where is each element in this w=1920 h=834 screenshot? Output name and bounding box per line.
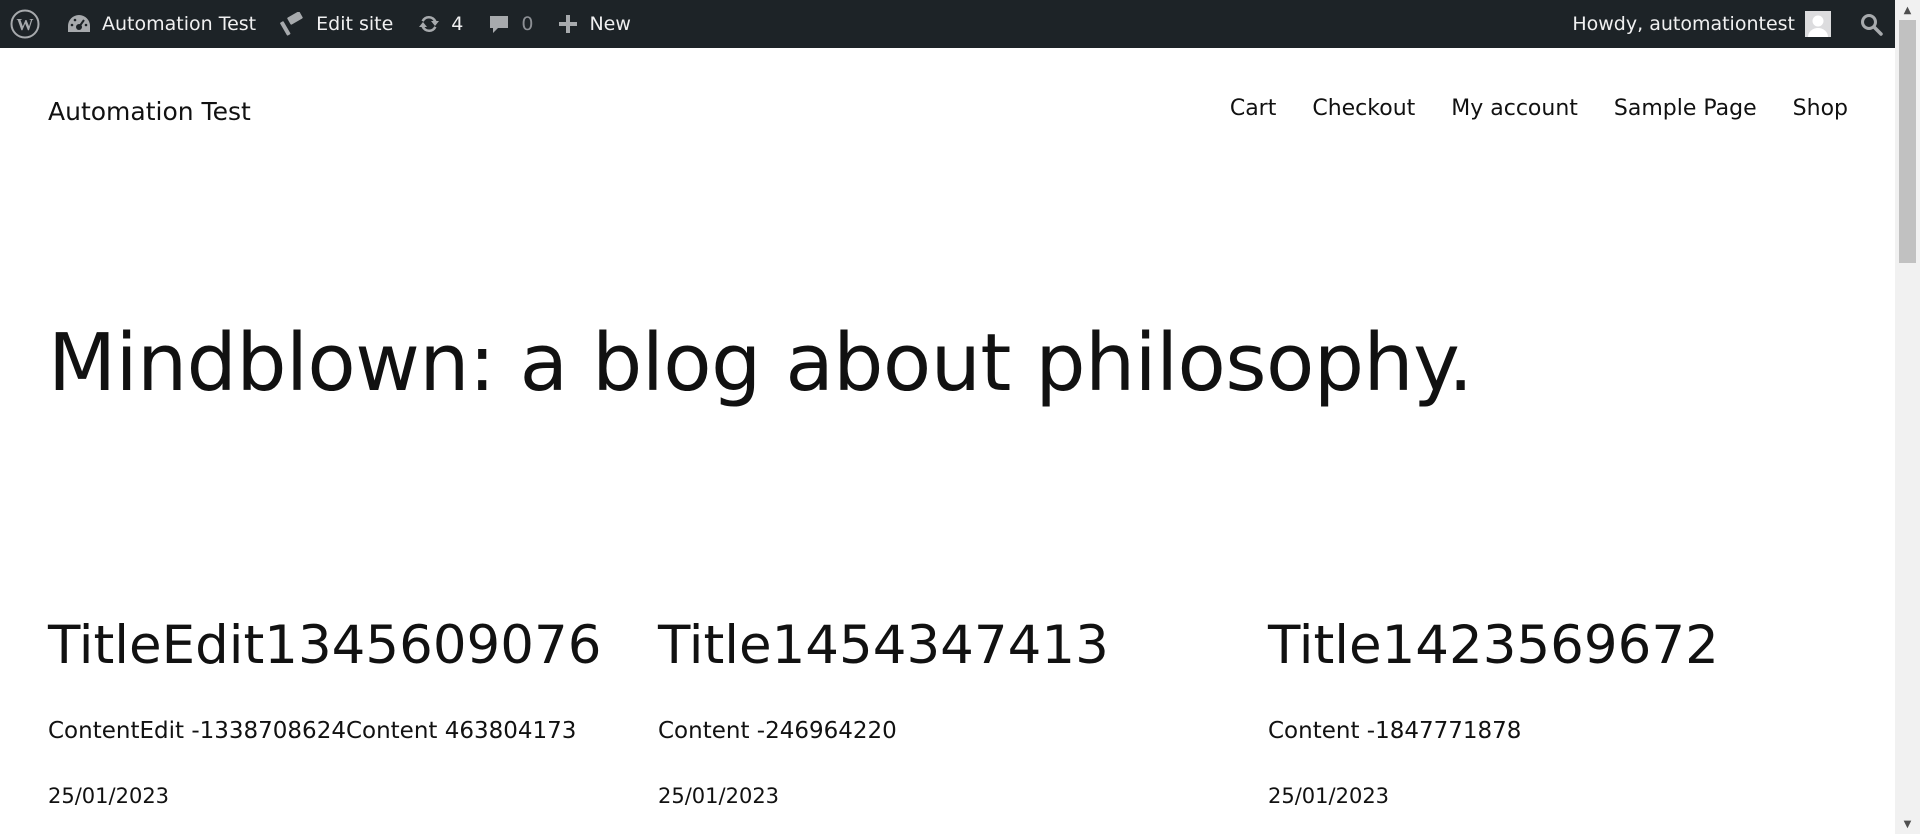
my-account-menu[interactable]: Howdy, automationtest: [1560, 0, 1843, 48]
scroll-down-arrow-icon[interactable]: ▼: [1895, 814, 1920, 834]
nav-item-my-account[interactable]: My account: [1451, 96, 1578, 121]
hammer-icon: [280, 12, 306, 36]
site-header: Automation Test Cart Checkout My account…: [48, 48, 1848, 168]
search-icon: [1859, 12, 1883, 36]
nav-item-cart[interactable]: Cart: [1230, 96, 1277, 121]
post-card: Title1454347413 Content -246964220 25/01…: [658, 614, 1218, 808]
post-card: Title1423569672 Content -1847771878 25/0…: [1268, 614, 1828, 808]
post-title-link[interactable]: Title1454347413: [658, 614, 1218, 678]
wordpress-menu[interactable]: W: [0, 0, 54, 48]
primary-navigation: Cart Checkout My account Sample Page Sho…: [1194, 96, 1848, 121]
post-title-link[interactable]: TitleEdit1345609076: [48, 614, 608, 678]
dashboard-icon: [66, 12, 92, 36]
admin-bar-left: W Automation Test Edit site 4 0 New: [0, 0, 643, 48]
post-date: 25/01/2023: [1268, 784, 1390, 808]
admin-bar-right: Howdy, automationtest: [1560, 0, 1895, 48]
user-avatar-icon: [1805, 11, 1831, 37]
comment-icon: [487, 12, 511, 36]
plus-icon: [557, 13, 579, 35]
comments-count: 0: [521, 13, 534, 35]
admin-search-button[interactable]: [1843, 0, 1895, 48]
nav-item-shop[interactable]: Shop: [1793, 96, 1848, 121]
refresh-icon: [417, 12, 441, 36]
post-card: TitleEdit1345609076 ContentEdit -1338708…: [48, 614, 608, 808]
nav-item-checkout[interactable]: Checkout: [1312, 96, 1415, 121]
new-content-button[interactable]: New: [545, 0, 642, 48]
greeting-label: Howdy, automationtest: [1572, 13, 1795, 35]
new-label: New: [589, 13, 631, 35]
nav-item-sample-page[interactable]: Sample Page: [1614, 96, 1757, 121]
updates-count: 4: [451, 13, 464, 35]
site-name-menu[interactable]: Automation Test: [54, 0, 268, 48]
post-date: 25/01/2023: [658, 784, 780, 808]
edit-site-button[interactable]: Edit site: [268, 0, 405, 48]
post-date: 25/01/2023: [48, 784, 170, 808]
post-title-link[interactable]: Title1423569672: [1268, 614, 1828, 678]
svg-text:W: W: [17, 15, 34, 34]
wordpress-logo-icon: W: [10, 9, 40, 39]
post-excerpt: ContentEdit -1338708624Content 463804173: [48, 718, 577, 744]
updates-button[interactable]: 4: [405, 0, 475, 48]
scrollbar-thumb[interactable]: [1899, 20, 1916, 263]
scroll-up-arrow-icon[interactable]: ▲: [1895, 0, 1920, 20]
page-title: Mindblown: a blog about philosophy.: [48, 317, 1473, 409]
comments-button[interactable]: 0: [475, 0, 545, 48]
post-excerpt: Content -246964220: [658, 718, 897, 744]
site-name-label: Automation Test: [102, 13, 257, 35]
edit-site-label: Edit site: [316, 13, 394, 35]
admin-bar: W Automation Test Edit site 4 0 New Howd…: [0, 0, 1895, 48]
post-excerpt: Content -1847771878: [1268, 718, 1522, 744]
site-title-link[interactable]: Automation Test: [48, 97, 251, 126]
vertical-scrollbar[interactable]: ▲ ▼: [1895, 0, 1920, 834]
